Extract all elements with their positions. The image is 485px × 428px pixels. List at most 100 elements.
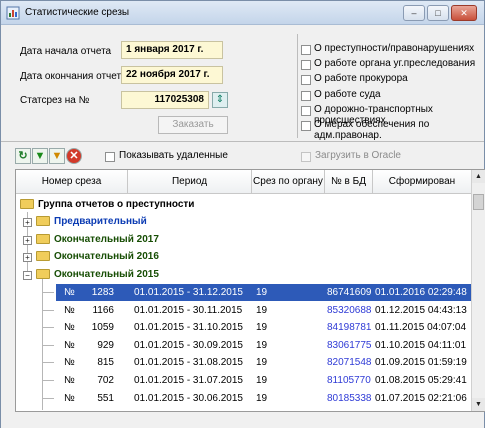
window-title: Статистические срезы bbox=[25, 7, 130, 18]
title-bar[interactable]: Статистические срезы – □ ✕ bbox=[1, 1, 484, 25]
tree-branch-line bbox=[42, 362, 54, 364]
slice-formed: 01.12.2015 04:43:13 bbox=[375, 304, 467, 316]
slice-number-field[interactable]: 117025308 bbox=[121, 91, 209, 109]
slice-db-number: 85320688 bbox=[327, 304, 372, 316]
option-checkbox[interactable] bbox=[301, 90, 311, 101]
expand-icon[interactable]: + bbox=[23, 253, 32, 262]
filter-button[interactable]: ▼ bbox=[32, 148, 48, 164]
tree-branch-line bbox=[42, 397, 54, 399]
slice-formed: 01.06.2015 03:15:52 bbox=[375, 407, 467, 411]
load-oracle-checkbox[interactable] bbox=[301, 152, 311, 162]
vertical-separator bbox=[297, 34, 298, 138]
slice-number: 551 bbox=[97, 392, 114, 404]
tree-root-node[interactable]: Группа отчетов о преступности bbox=[20, 197, 194, 213]
app-icon bbox=[6, 6, 20, 20]
tree-branch-line bbox=[42, 292, 54, 293]
tree-branch-line bbox=[42, 380, 54, 381]
slice-period: 01.01.2015 - 30.06.2015 bbox=[134, 392, 243, 404]
slice-number-label: Статсрез на № bbox=[20, 95, 90, 106]
table-row[interactable]: № 702 01.01.2015 - 31.07.2015 19 81105770 01.… bbox=[42, 372, 473, 389]
minimize-button[interactable]: – bbox=[403, 5, 425, 21]
slice-spin-button[interactable]: ⇕ bbox=[212, 92, 228, 108]
slice-prefix: № bbox=[64, 339, 75, 351]
table-row[interactable]: № 929 01.01.2015 - 30.09.2015 19 83061775 01.… bbox=[42, 337, 473, 354]
slice-formed: 01.11.2015 04:07:04 bbox=[375, 322, 467, 334]
show-deleted-checkbox[interactable] bbox=[105, 152, 115, 162]
column-header-period[interactable]: Период bbox=[128, 170, 252, 194]
separator-line bbox=[1, 141, 484, 142]
group-label: Окончательный 2016 bbox=[54, 251, 159, 262]
scroll-thumb[interactable] bbox=[473, 194, 484, 210]
table-row[interactable]: № 1059 01.01.2015 - 31.10.2015 19 84198781 01… bbox=[42, 319, 473, 336]
group-label: Предварительный bbox=[54, 216, 147, 227]
slice-number: 1059 bbox=[91, 322, 114, 334]
slice-prefix: № bbox=[64, 407, 75, 411]
end-date-field[interactable]: 22 ноября 2017 г. bbox=[121, 66, 223, 84]
maximize-button[interactable]: □ bbox=[427, 5, 449, 21]
tree-line bbox=[42, 274, 43, 410]
minimize-icon: – bbox=[411, 8, 417, 18]
tree-root-label: Группа отчетов о преступности bbox=[38, 199, 195, 210]
slice-number: 1166 bbox=[92, 304, 114, 316]
expand-icon[interactable]: + bbox=[23, 218, 32, 227]
start-date-field[interactable]: 1 января 2017 г. bbox=[121, 41, 223, 59]
column-header-organ[interactable]: Срез по органу bbox=[252, 170, 325, 194]
refresh-button[interactable]: ↻ bbox=[15, 148, 31, 164]
slice-period: 01.01.2015 - 31.10.2015 bbox=[134, 322, 243, 334]
column-header-slice-number[interactable]: Номер среза bbox=[16, 170, 128, 194]
tree-group-final-2016[interactable]: Окончательный 2016 bbox=[36, 249, 159, 265]
delete-button[interactable]: ✕ bbox=[66, 148, 82, 164]
filter-edit-button[interactable]: ▼ bbox=[49, 148, 65, 164]
slice-db-number: 80185338 bbox=[327, 392, 372, 404]
slice-db-number: 78991394 bbox=[327, 407, 372, 411]
start-date-label: Дата начала отчета bbox=[20, 46, 112, 57]
option-checkbox[interactable] bbox=[301, 75, 311, 86]
slice-prefix: № bbox=[64, 304, 75, 316]
tree-group-preliminary[interactable]: Предварительный bbox=[36, 214, 147, 230]
folder-icon bbox=[36, 251, 50, 262]
collapse-icon[interactable]: − bbox=[23, 271, 32, 280]
slice-db-number: 84198781 bbox=[327, 322, 372, 334]
slice-prefix: № bbox=[64, 357, 75, 369]
slice-period: 01.01.2015 - 31.12.2015 bbox=[134, 287, 243, 298]
slice-formed: 01.07.2015 02:21:06 bbox=[375, 392, 467, 404]
scroll-down-arrow-icon[interactable]: ▼ bbox=[472, 398, 485, 411]
table-row[interactable]: № 1283 01.01.2015 - 31.12.2015 19 86741609 01… bbox=[42, 284, 473, 301]
slice-period: 01.01.2015 - 30.11.2015 bbox=[134, 304, 243, 316]
slice-db-number: 81105770 bbox=[327, 375, 371, 386]
option-checkbox[interactable] bbox=[301, 121, 311, 131]
table-row[interactable]: № 1166 01.01.2015 - 30.11.2015 19 85320688 01… bbox=[42, 302, 473, 319]
tree-group-final-2017[interactable]: Окончательный 2017 bbox=[36, 232, 159, 248]
slice-number: 702 bbox=[97, 375, 114, 386]
slice-organ: 19 bbox=[256, 304, 268, 316]
slice-formed: 01.10.2015 04:11:01 bbox=[375, 339, 467, 351]
option-checkbox[interactable] bbox=[301, 45, 311, 55]
table-row[interactable]: № 551 01.01.2015 - 30.06.2015 19 80185338 01.… bbox=[42, 390, 473, 407]
slice-period: 01.01.2015 - 30.09.2015 bbox=[134, 339, 243, 351]
close-button[interactable]: ✕ bbox=[451, 5, 477, 21]
column-header-db-number[interactable]: № в БД bbox=[325, 170, 373, 194]
slice-formed: 01.09.2015 01:59:19 bbox=[375, 357, 467, 369]
status-bar bbox=[1, 415, 484, 428]
vertical-scrollbar[interactable]: ▲ ▼ bbox=[471, 170, 485, 411]
table-row[interactable]: № 435 01.01.2015 - 31.05.2015 19 7899139401.… bbox=[56, 407, 473, 411]
slice-prefix: № bbox=[64, 322, 75, 334]
close-icon: ✕ bbox=[460, 8, 468, 18]
tree-branch-line bbox=[42, 327, 54, 329]
slice-organ: 19 bbox=[256, 392, 268, 404]
option-label: О работе прокурора bbox=[314, 73, 408, 85]
statistics-window: Статистические срезы – □ ✕ Дата начала о… bbox=[0, 0, 485, 428]
expand-icon[interactable]: + bbox=[23, 236, 32, 245]
scroll-up-arrow-icon[interactable]: ▲ bbox=[472, 170, 485, 183]
slices-tree-table[interactable]: Номер среза Период Срез по органу № в БД… bbox=[15, 169, 485, 412]
slice-db-number: 86741609 bbox=[327, 287, 372, 298]
table-row[interactable]: № 815 01.01.2015 - 31.08.2015 19 82071548 01.… bbox=[42, 354, 473, 371]
filter-edit-icon: ▼ bbox=[51, 150, 63, 162]
option-label: О преступности/правонарушениях bbox=[314, 43, 475, 54]
order-report-button[interactable]: Заказать bbox=[158, 116, 228, 134]
option-checkbox[interactable] bbox=[301, 105, 311, 116]
tree-group-final-2015[interactable]: Окончательный 2015 bbox=[36, 267, 159, 283]
slice-organ: 19 bbox=[256, 322, 268, 334]
option-checkbox[interactable] bbox=[301, 60, 311, 71]
column-header-formed[interactable]: Сформирован bbox=[373, 170, 472, 194]
